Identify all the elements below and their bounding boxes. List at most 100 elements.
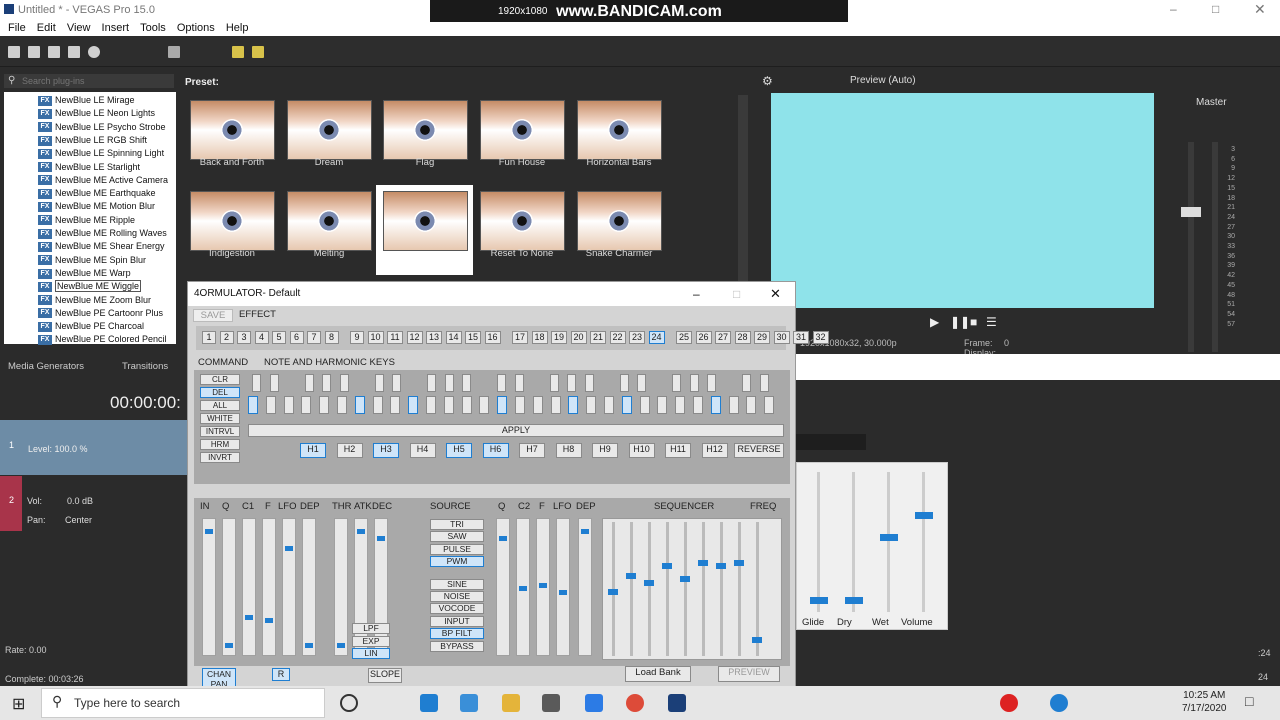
preset-number-32[interactable]: 32 [812,331,829,344]
black-key[interactable] [619,374,629,392]
menu-insert[interactable]: Insert [102,20,130,36]
preset-number-22[interactable]: 22 [609,331,626,344]
menu-edit[interactable]: Edit [37,20,56,36]
r-button[interactable]: R [272,668,290,681]
source-bp-filt[interactable]: BP FILT [430,628,484,640]
note-key[interactable] [532,396,543,414]
undo-icon[interactable] [168,46,180,58]
note-key[interactable] [693,396,703,414]
parameter-slider[interactable] [556,518,570,656]
harmonic-h7[interactable]: H7 [519,443,545,458]
plugin-item[interactable]: FX NewBlue ME Zoom Blur [38,295,151,308]
plugin-item[interactable]: FX NewBlue PE Charcoal [38,321,144,334]
parameter-slider[interactable] [578,518,592,656]
note-key[interactable] [283,396,294,414]
stop-button[interactable]: ■ [970,315,977,329]
black-key[interactable] [252,374,261,392]
parameter-slider[interactable] [242,518,256,656]
black-key[interactable] [444,374,454,392]
parameter-slider[interactable] [282,518,296,656]
close-button[interactable]: ✕ [1254,1,1266,18]
master-fader[interactable] [1181,207,1201,217]
note-key[interactable] [337,396,347,414]
preset-number-20[interactable]: 20 [570,331,587,344]
note-key[interactable] [461,396,472,414]
parameter-slider[interactable] [516,518,530,656]
save-button[interactable]: SAVE [193,309,233,322]
note-key[interactable] [764,396,775,414]
sequencer-step-knob[interactable] [608,588,618,595]
preset-number-8[interactable]: 8 [324,331,339,344]
source-vocode[interactable]: VOCODE [430,603,484,615]
source-saw[interactable]: SAW [430,531,484,543]
parameter-slider[interactable] [302,518,316,656]
store-icon[interactable] [542,694,560,712]
black-key[interactable] [497,374,506,392]
harmonic-h5[interactable]: H5 [446,443,472,458]
preset-number-28[interactable]: 28 [734,331,751,344]
harmonic-h10[interactable]: H10 [628,443,655,458]
plugin-minimize-button[interactable]: – [693,282,700,306]
filter-exp[interactable]: EXP [352,635,390,647]
source-input[interactable]: INPUT [430,615,484,627]
file-explorer-icon[interactable] [502,694,520,712]
plugin-item[interactable]: FX NewBlue ME Spin Blur [38,255,146,268]
preset-number-19[interactable]: 19 [551,331,567,344]
black-key[interactable] [304,374,314,392]
plugin-item[interactable]: FX NewBlue LE RGB Shift [38,135,147,148]
preset-number-13[interactable]: 13 [426,331,442,344]
plugin-item[interactable]: FX NewBlue ME Shear Energy [38,241,165,254]
note-key[interactable] [426,396,436,414]
harmonic-h8[interactable]: H8 [555,443,582,458]
apply-button[interactable]: APPLY [248,424,784,437]
black-key[interactable] [462,374,471,392]
note-key[interactable] [265,396,276,414]
preset-number-29[interactable]: 29 [754,331,770,344]
plugin-item[interactable]: FX NewBlue ME Active Camera [38,175,168,188]
plugin-item[interactable]: FX NewBlue ME Rolling Waves [38,228,167,241]
harmonic-h2[interactable]: H2 [336,443,363,458]
preset-number-3[interactable]: 3 [237,331,251,344]
slope-button[interactable]: SLOPE [368,668,402,683]
parameter-slider[interactable] [496,518,510,656]
black-key[interactable] [549,374,559,392]
plugin-maximize-button[interactable]: □ [733,282,740,306]
source-pwm[interactable]: PWM [430,556,484,568]
sequencer-step-knob[interactable] [752,637,762,644]
preset-number-5[interactable]: 5 [272,331,286,344]
sequencer-step-knob[interactable] [716,562,726,569]
menu-help[interactable]: Help [226,20,249,36]
preset-number-9[interactable]: 9 [350,331,364,344]
harmonic-h3[interactable]: H3 [373,443,399,458]
note-key[interactable] [479,396,490,414]
black-key[interactable] [374,374,384,392]
new-icon[interactable] [8,46,20,58]
source-sine[interactable]: SINE [430,578,484,590]
help-icon[interactable] [252,46,264,58]
black-key[interactable] [584,374,594,392]
source-noise[interactable]: NOISE [430,591,484,602]
note-key[interactable] [746,396,757,414]
taskbar-search-input[interactable]: Type here to search [41,688,325,718]
command-del[interactable]: DEL [200,387,240,398]
reverse-button[interactable]: REVERSE [734,443,784,458]
preset-number-15[interactable]: 15 [465,331,481,344]
preset-thumbnail[interactable] [577,191,662,251]
preset-number-30[interactable]: 30 [773,331,790,344]
mixer-fader-knob[interactable] [810,596,828,604]
preset-number-24[interactable]: 24 [648,331,665,344]
black-key[interactable] [392,374,401,392]
preset-thumbnail[interactable] [383,100,468,160]
plugin-item[interactable]: FX NewBlue ME Wiggle [38,280,142,294]
harmonic-h6[interactable]: H6 [482,443,509,458]
settings-icon[interactable] [88,46,100,58]
parameter-slider[interactable] [334,518,348,656]
help-tray-icon[interactable] [1050,694,1068,712]
tab-media-generators[interactable]: Media Generators [8,361,84,372]
plugin-item[interactable]: FX NewBlue LE Neon Lights [38,108,155,121]
plugin-item[interactable]: FX NewBlue LE Starlight [38,162,140,175]
harmonic-h12[interactable]: H12 [701,443,728,458]
menu-tools[interactable]: Tools [140,20,166,36]
harmonic-h9[interactable]: H9 [592,443,618,458]
note-key[interactable] [372,396,383,414]
